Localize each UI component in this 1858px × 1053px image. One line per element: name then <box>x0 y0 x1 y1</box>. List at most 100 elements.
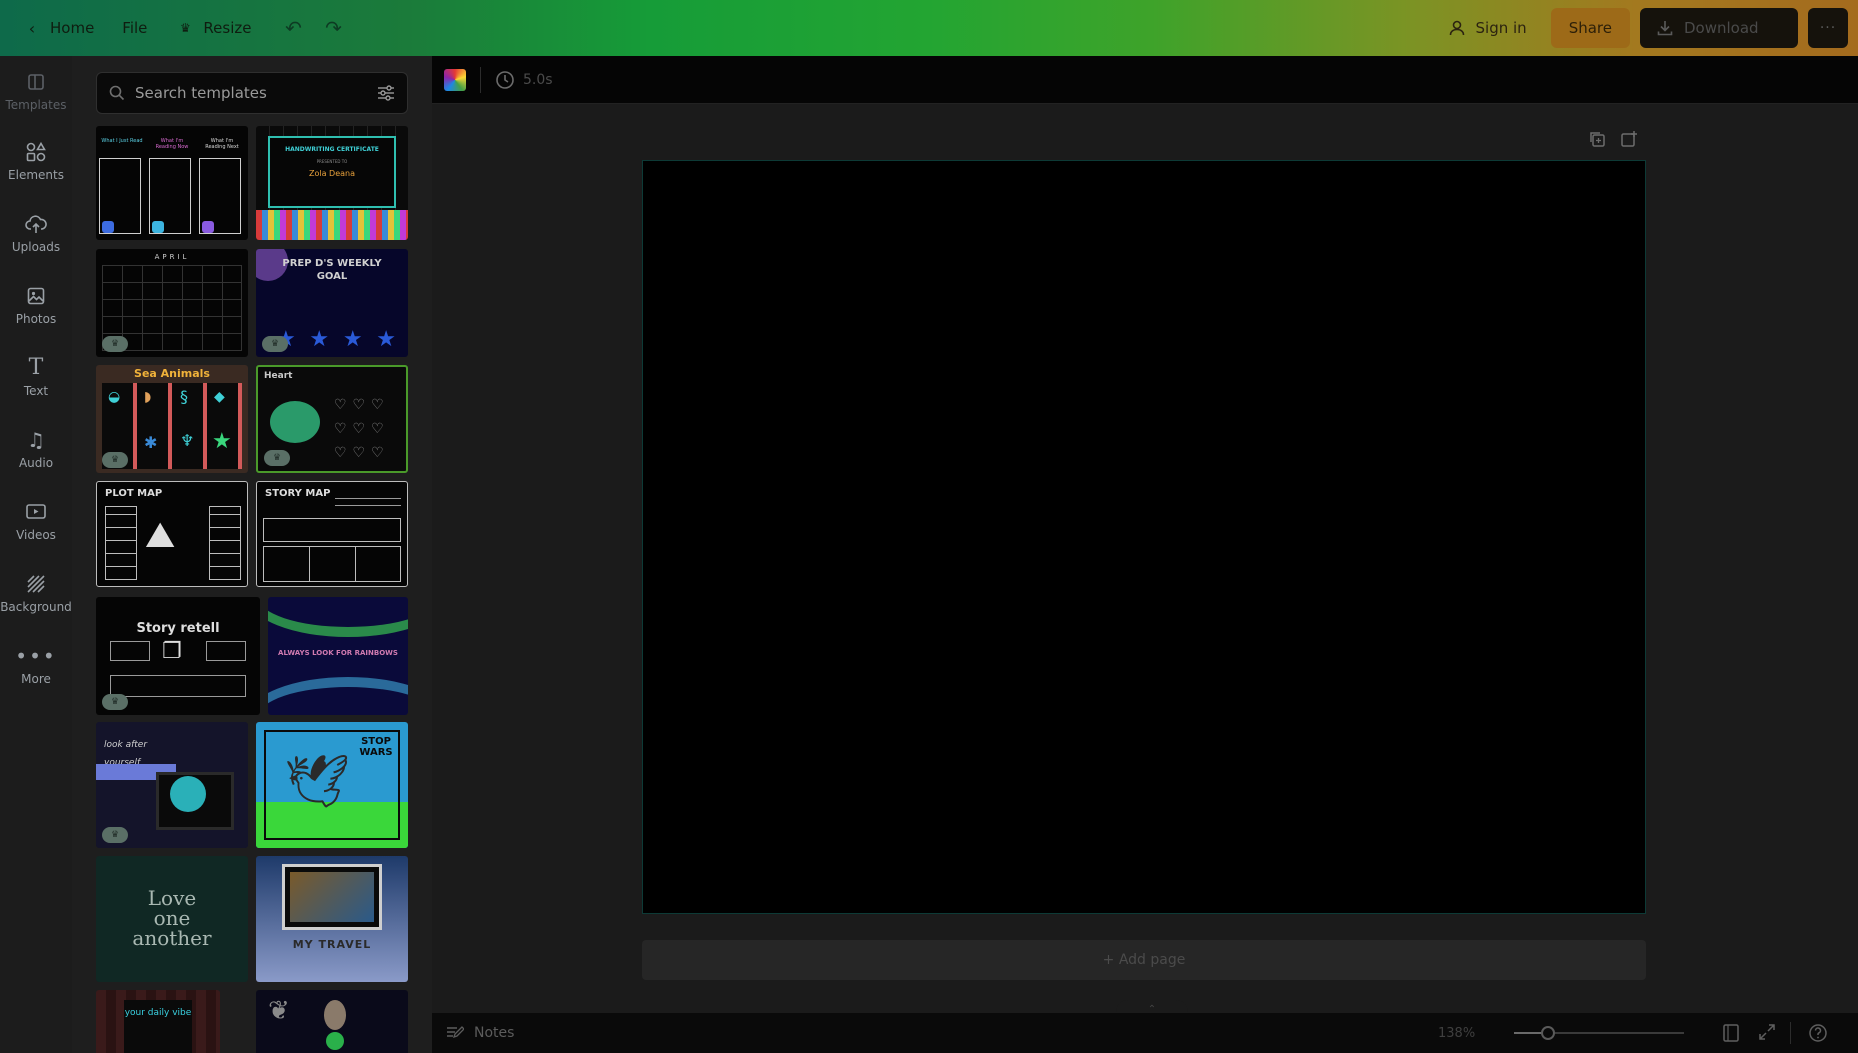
template-title: your daily vibe <box>124 1008 192 1018</box>
template-title: Heart <box>264 371 293 381</box>
stars-decoration: ★★★★ <box>276 327 396 352</box>
template-thumbnail[interactable]: your daily vibe <box>96 990 220 1053</box>
turtle-icon: ◒ <box>108 389 121 405</box>
wave-decoration <box>268 597 408 637</box>
template-text: What I Just Read <box>101 138 143 144</box>
template-title: STOP WARS <box>359 736 393 758</box>
undo-button[interactable]: ↶ <box>275 10 311 46</box>
book-icon <box>202 221 214 233</box>
fullscreen-icon[interactable] <box>1758 1023 1776 1041</box>
template-thumbnail[interactable]: STOP WARS 🕊 <box>256 722 408 848</box>
design-canvas-page[interactable] <box>642 160 1646 914</box>
rail-item-uploads[interactable]: Uploads <box>0 200 72 266</box>
crab-icon: ✱ <box>144 433 158 452</box>
starfish-icon: ★ <box>212 429 232 454</box>
template-thumbnail[interactable]: ❦ <box>256 990 408 1053</box>
top-bar-left: ‹ Home File ♛ Resize ↶ ↷ <box>0 0 351 56</box>
search-icon <box>109 85 125 101</box>
duplicate-page-icon[interactable] <box>1588 130 1606 148</box>
download-icon <box>1657 21 1673 36</box>
premium-badge: ♛ <box>264 450 290 466</box>
rail-label: Videos <box>16 527 56 542</box>
template-thumbnail[interactable]: Love one another <box>96 856 248 982</box>
template-thumbnail[interactable]: STORY MAP <box>256 481 408 587</box>
redo-button[interactable]: ↷ <box>315 10 351 46</box>
search-templates-field[interactable]: Search templates <box>96 72 408 114</box>
duration-button[interactable]: 5.0s <box>495 70 553 90</box>
premium-badge: ♛ <box>262 336 288 352</box>
leaf-illustration: ❦ <box>268 996 290 1026</box>
rail-item-text[interactable]: T Text <box>0 344 72 410</box>
rail-item-more[interactable]: ••• More <box>0 632 72 698</box>
notes-button[interactable]: Notes <box>446 1025 514 1041</box>
template-thumbnail[interactable]: HANDWRITING CERTIFICATE PRESENTED TO Zol… <box>256 126 408 240</box>
home-button[interactable]: ‹ Home <box>18 8 108 48</box>
zoom-slider[interactable] <box>1514 1026 1684 1040</box>
rail-item-audio[interactable]: ♫ Audio <box>0 416 72 482</box>
chevron-left-icon: ‹ <box>28 18 36 38</box>
rail-item-videos[interactable]: Videos <box>0 488 72 554</box>
template-thumbnail[interactable]: look after yourself ♛ <box>96 722 248 848</box>
add-page-label: + Add page <box>1102 952 1186 968</box>
template-thumbnail[interactable]: ALWAYS LOOK FOR RAINBOWS <box>268 597 408 715</box>
retell-box <box>110 641 150 661</box>
template-title: Story retell <box>136 621 220 636</box>
resize-label: Resize <box>203 19 252 37</box>
template-title: MY TRAVEL <box>292 938 372 951</box>
color-swatch[interactable] <box>444 68 466 91</box>
template-thumbnail[interactable]: PREP D'S WEEKLY GOAL ★★★★ ♛ <box>256 249 408 357</box>
app-root: ‹ Home File ♛ Resize ↶ ↷ Sign in Share D… <box>0 0 1858 1053</box>
mountain-illustration: ⛰ <box>145 515 176 556</box>
editor-toolbar: 5.0s <box>432 56 1858 104</box>
more-options-button[interactable]: ··· <box>1808 8 1848 48</box>
pages-icon[interactable] <box>1722 1023 1740 1043</box>
rail-item-elements[interactable]: Elements <box>0 128 72 194</box>
decor-shape <box>326 1032 344 1050</box>
dove-illustration: 🕊 <box>284 752 351 812</box>
share-button[interactable]: Share <box>1550 8 1630 48</box>
template-thumbnail[interactable]: What I Just Read What I'm Reading Now Wh… <box>96 126 248 240</box>
page-tools <box>1588 130 1638 148</box>
seahorse-icon: § <box>180 387 188 406</box>
rail-label: Text <box>23 383 49 398</box>
rail-item-templates[interactable]: Templates <box>0 58 72 124</box>
add-page-button[interactable]: + Add page <box>642 940 1646 980</box>
share-label: Share <box>1568 19 1612 37</box>
premium-badge: ♛ <box>102 452 128 468</box>
rail-item-background[interactable]: Background <box>0 560 72 626</box>
filter-icon[interactable] <box>377 85 395 101</box>
book-icon <box>152 221 164 233</box>
template-thumbnail[interactable]: Story retell ❐ ♛ <box>96 597 260 715</box>
rail-label: Elements <box>8 167 64 182</box>
rail-item-photos[interactable]: Photos <box>0 272 72 338</box>
top-bar-right: Sign in Share Download ··· <box>1434 0 1848 56</box>
retell-box <box>110 675 246 697</box>
retell-box <box>206 641 246 661</box>
add-page-icon[interactable] <box>1620 130 1638 148</box>
template-thumbnail[interactable]: Heart ♡♡♡ ♡♡♡ ♡♡♡ ♛ <box>256 365 408 473</box>
toolbar-divider <box>480 66 481 93</box>
template-thumbnail[interactable]: APRIL ♛ <box>96 249 248 357</box>
background-icon <box>27 574 45 593</box>
top-bar: ‹ Home File ♛ Resize ↶ ↷ Sign in Share D… <box>0 0 1858 56</box>
pencils-decoration <box>256 210 408 240</box>
download-button[interactable]: Download <box>1640 8 1798 48</box>
sign-in-button[interactable]: Sign in <box>1434 8 1541 48</box>
uploads-icon <box>25 214 47 233</box>
rail-label: Uploads <box>11 239 61 254</box>
travel-photo <box>290 872 374 922</box>
template-text: What I'm Reading Now <box>155 138 189 150</box>
search-input[interactable]: Search templates <box>135 84 367 102</box>
story-lines <box>335 492 401 512</box>
help-icon[interactable] <box>1808 1023 1828 1043</box>
template-thumbnail[interactable]: PLOT MAP ⛰ <box>96 481 248 587</box>
template-thumbnail[interactable]: MY TRAVEL <box>256 856 408 982</box>
zoom-slider-knob[interactable] <box>1541 1026 1555 1040</box>
resize-button[interactable]: ♛ Resize <box>161 8 265 48</box>
sign-in-label: Sign in <box>1475 19 1527 37</box>
template-thumbnail[interactable]: Sea Animals ◒ ◗ § ◆ ✱ ♆ ★ ♛ <box>96 365 248 473</box>
file-menu-button[interactable]: File <box>108 8 161 48</box>
zoom-percent[interactable]: 138% <box>1438 1026 1475 1041</box>
duration-label: 5.0s <box>523 71 553 88</box>
rail-label: Audio <box>18 455 54 470</box>
